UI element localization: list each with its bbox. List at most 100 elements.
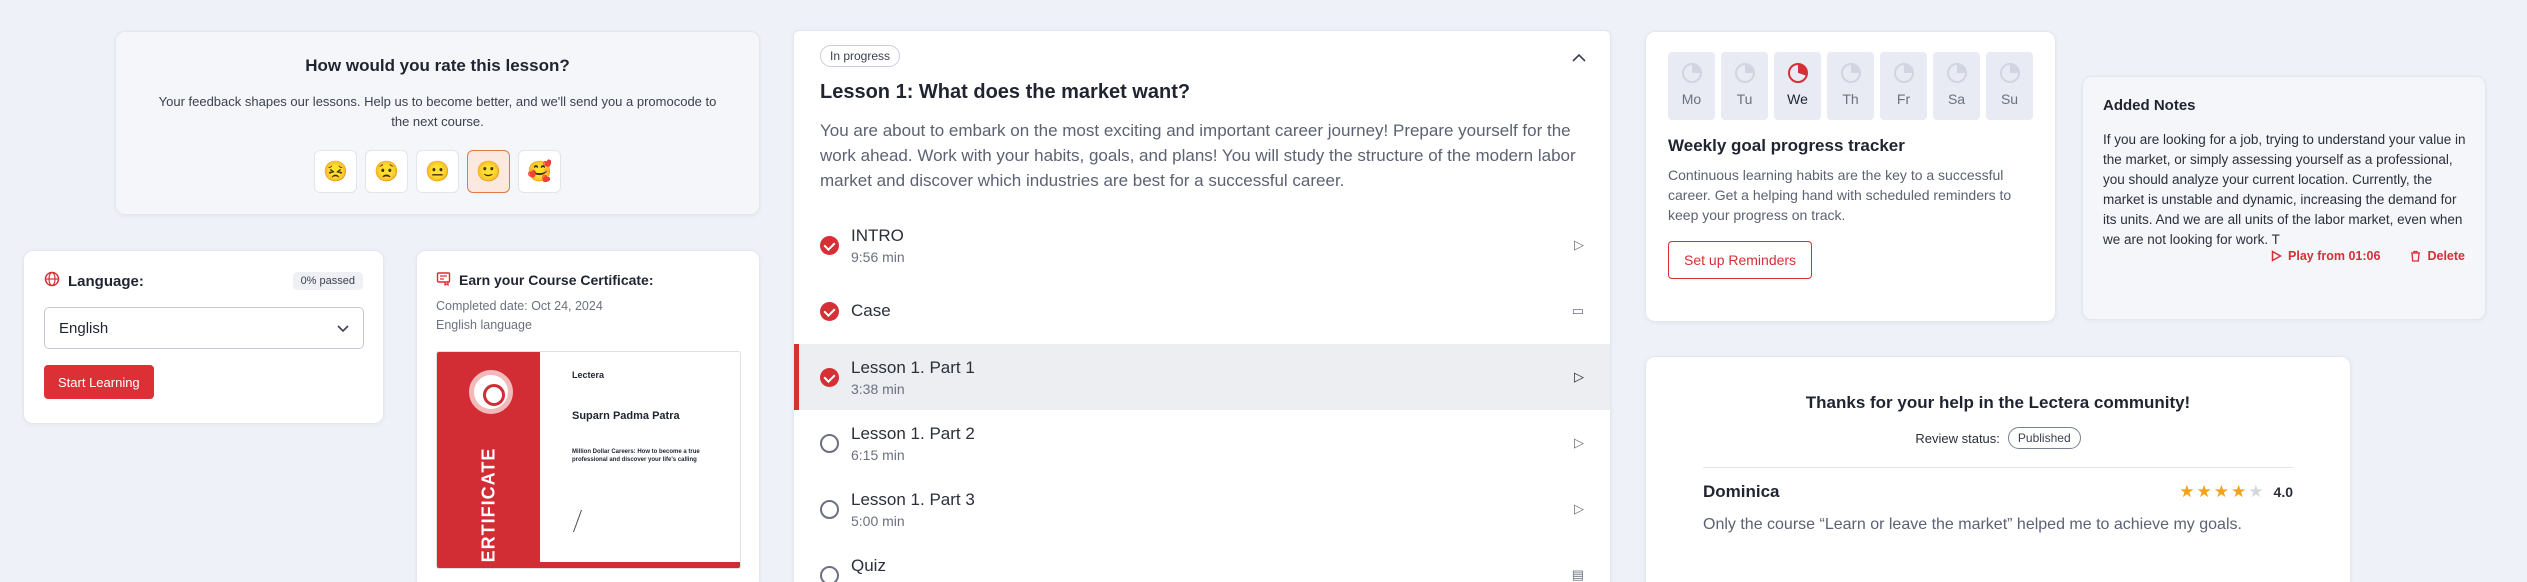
lesson-item[interactable]: Quiz 3 questions ▤ <box>794 542 1610 582</box>
divider <box>1703 467 2293 468</box>
community-title: Thanks for your help in the Lectera comm… <box>1805 393 2191 412</box>
document-icon: ▤ <box>1571 567 1584 582</box>
progress-pie-icon <box>1787 63 1808 83</box>
review-status-badge: Published <box>2007 427 2081 449</box>
certificate-language: English language <box>436 318 532 332</box>
lesson-item-meta: 9:56 min <box>851 248 905 265</box>
lesson-card: In progress Lesson 1: What does the mark… <box>793 30 1611 582</box>
certificate-course: Million Dollar Careers: How to become a … <box>572 449 700 463</box>
weekday-su: Su <box>1986 52 2033 120</box>
certificate-preview[interactable]: CERTIFICATE Lectera Suparn Padma Patra M… <box>436 351 741 569</box>
play-icon: ▷ <box>1574 501 1584 516</box>
rating-subtitle: Your feedback shapes our lessons. Help u… <box>158 94 717 129</box>
certificate-logo: Lectera <box>572 370 605 380</box>
star-icon: ★ <box>2248 482 2264 501</box>
weekday-sa: Sa <box>1933 52 1980 120</box>
certificate-card: Earn your Course Certificate: Completed … <box>416 250 760 582</box>
notes-title: Added Notes <box>2103 97 2196 114</box>
trash-icon <box>2411 250 2421 262</box>
star-rating: ★ ★ ★ ★ ★ 4.0 <box>2179 482 2293 502</box>
lesson-item-title: Lesson 1. Part 2 <box>851 423 975 443</box>
progress-pie-icon <box>1840 63 1861 83</box>
lesson-item[interactable]: Lesson 1. Part 3 5:00 min ▷ <box>794 476 1610 542</box>
star-icon: ★ <box>2213 482 2230 501</box>
delete-note-button[interactable]: Delete <box>2410 249 2465 263</box>
lesson-item-meta: 5:00 min <box>851 512 905 529</box>
lesson-item-title: Case <box>851 301 891 320</box>
certificate-footer-band <box>437 562 740 568</box>
rating-title: How would you rate this lesson? <box>305 56 570 75</box>
delete-label: Delete <box>2427 249 2465 263</box>
start-learning-button[interactable]: Start Learning <box>44 365 154 399</box>
progress-pie-icon <box>1734 63 1755 83</box>
chevron-down-icon <box>337 320 349 337</box>
lesson-item-meta: 6:15 min <box>851 446 905 463</box>
play-icon: ▷ <box>1574 237 1584 252</box>
lesson-item-title: Lesson 1. Part 1 <box>851 357 975 377</box>
rating-option-1[interactable]: 😟 <box>365 150 408 193</box>
play-from-button[interactable]: Play from 01:06 <box>2271 249 2380 263</box>
lesson-item-meta: 3 questions <box>851 579 923 582</box>
check-circle-icon <box>820 301 839 321</box>
language-select[interactable]: English <box>44 307 364 349</box>
weekday-label: Fr <box>1896 91 1911 107</box>
play-from-label: Play from 01:06 <box>2288 249 2381 263</box>
certificate-vertical-text: CERTIFICATE <box>478 447 499 569</box>
chevron-up-icon[interactable] <box>1572 49 1586 62</box>
signature-icon <box>572 510 608 532</box>
weekday-row: Mo Tu We Th Fr Sa Su <box>1668 52 2033 120</box>
progress-pie-icon <box>1946 63 1967 83</box>
weekday-label: We <box>1787 91 1808 107</box>
note-text: If you are looking for a job, trying to … <box>2103 132 2466 247</box>
rating-option-3[interactable]: 🙂 <box>467 150 510 193</box>
lesson-item-meta: 3:38 min <box>851 380 905 397</box>
empty-circle-icon <box>820 499 839 519</box>
lesson-item[interactable]: Lesson 1. Part 1 3:38 min ▷ <box>794 344 1610 410</box>
rating-option-4[interactable]: 🥰 <box>518 150 561 193</box>
rating-score: 4.0 <box>2273 484 2293 500</box>
weekday-label: Th <box>1842 91 1859 107</box>
community-review-card: Thanks for your help in the Lectera comm… <box>1645 356 2351 582</box>
lesson-item[interactable]: Case ▭ <box>794 278 1610 344</box>
empty-circle-icon <box>820 565 839 582</box>
globe-icon <box>44 271 60 291</box>
reviewer-name: Dominica <box>1703 482 1780 501</box>
weekday-label: Sa <box>1947 91 1966 107</box>
lesson-status-chip: In progress <box>820 45 901 67</box>
lesson-title: Lesson 1: What does the market want? <box>820 81 1191 103</box>
lesson-item[interactable]: Lesson 1. Part 2 6:15 min ▷ <box>794 410 1610 476</box>
rating-option-2[interactable]: 😐 <box>416 150 459 193</box>
rating-options: 😣 😟 😐 🙂 🥰 <box>116 150 759 193</box>
set-up-reminders-button[interactable]: Set up Reminders <box>1668 241 1813 279</box>
weekday-label: Tu <box>1736 91 1753 107</box>
language-card: Language: 0% passed English Start Learni… <box>23 250 384 424</box>
weekly-goal-title: Weekly goal progress tracker <box>1668 136 1905 155</box>
certificate-icon <box>436 271 451 289</box>
empty-circle-icon <box>820 433 839 453</box>
weekday-fr: Fr <box>1880 52 1927 120</box>
lesson-item[interactable]: INTRO 9:56 min ▷ <box>794 212 1610 278</box>
lesson-description: You are about to embark on the most exci… <box>820 121 1576 190</box>
progress-pie-icon <box>1893 63 1914 83</box>
weekly-goal-card: Mo Tu We Th Fr Sa Su Weekly goal progress trac… <box>1645 31 2056 322</box>
star-icon: ★ <box>2179 482 2195 501</box>
star-icon: ★ <box>2196 482 2212 501</box>
lesson-item-title: Lesson 1. Part 3 <box>851 489 975 509</box>
weekday-mo: Mo <box>1668 52 1715 120</box>
weekday-th: Th <box>1827 52 1874 120</box>
language-select-value: English <box>59 319 109 337</box>
play-icon <box>2271 250 2283 262</box>
certificate-title: Earn your Course Certificate: <box>459 272 654 288</box>
play-icon: ▷ <box>1574 435 1584 450</box>
seal-icon <box>469 370 513 414</box>
lesson-items-list: INTRO 9:56 min ▷ Case ▭ Lesson 1. Part 1 3:38 … <box>794 212 1610 582</box>
weekday-we: We <box>1774 52 1821 120</box>
check-circle-icon <box>820 235 839 255</box>
rating-option-0[interactable]: 😣 <box>314 150 357 193</box>
certificate-recipient: Suparn Padma Patra <box>572 410 680 422</box>
check-circle-icon <box>820 367 839 387</box>
weekly-goal-description: Continuous learning habits are the key t… <box>1668 167 2012 223</box>
progress-pie-icon <box>1999 63 2020 83</box>
review-status-label: Review status: <box>1915 430 2000 446</box>
lesson-rating-card: How would you rate this lesson? Your fee… <box>115 31 760 215</box>
